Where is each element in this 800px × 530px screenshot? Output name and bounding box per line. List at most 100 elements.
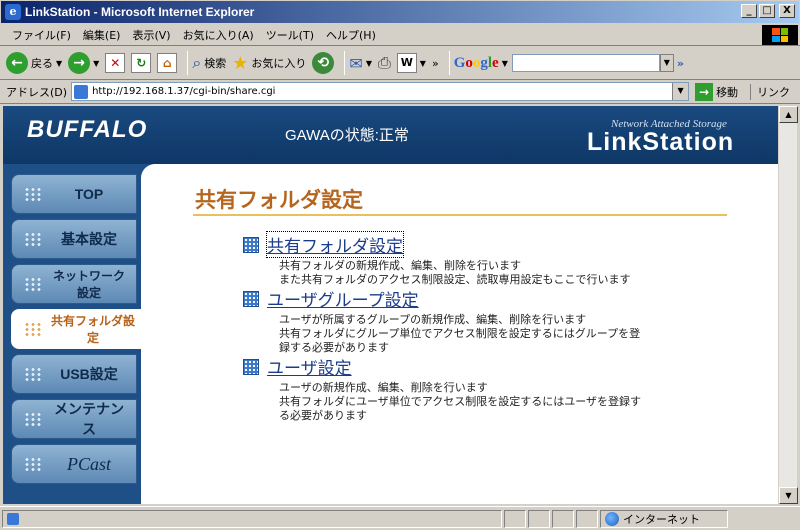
menu-help[interactable]: ヘルプ(H) bbox=[320, 27, 382, 43]
menu-tools[interactable]: ツール(T) bbox=[260, 27, 320, 43]
status-cell bbox=[576, 509, 598, 528]
nav-pcast-label: PCast bbox=[66, 453, 111, 474]
printer-icon: ⎙ bbox=[377, 53, 391, 72]
page-viewport: BUFFALO GAWAの状態:正常 Network Attached Stor… bbox=[3, 106, 778, 504]
title-divider bbox=[193, 214, 727, 216]
google-search-dropdown-icon[interactable]: ▼ bbox=[659, 54, 674, 72]
nav-basic-settings[interactable]: 基本設定 bbox=[11, 219, 137, 259]
status-bar: インターネット bbox=[0, 506, 800, 530]
linkstation-logo: LinkStation bbox=[587, 128, 735, 156]
history-button[interactable]: ⟲ bbox=[312, 52, 335, 74]
description-line: 共有フォルダの新規作成、編集、削除を行います bbox=[279, 259, 521, 272]
nav-maintenance[interactable]: メンテナンス bbox=[11, 399, 137, 439]
windows-logo-icon bbox=[762, 25, 798, 45]
back-arrow-icon: ← bbox=[6, 52, 28, 74]
user-settings-link[interactable]: ユーザ設定 bbox=[267, 354, 352, 379]
home-icon: ⌂ bbox=[157, 53, 178, 73]
description-line: また共有フォルダのアクセス制限設定、読取専用設定もここで行います bbox=[279, 273, 631, 286]
home-button[interactable]: ⌂ bbox=[157, 53, 178, 73]
stop-button[interactable]: ✕ bbox=[105, 53, 126, 73]
search-label: 検索 bbox=[204, 57, 227, 70]
description-line: 共有フォルダにユーザ単位でアクセス制限を設定するにはユーザを登録す bbox=[279, 395, 642, 408]
google-logo[interactable]: Google bbox=[454, 55, 499, 72]
forward-dropdown-icon[interactable]: ▼ bbox=[93, 59, 99, 68]
description-line: る必要があります bbox=[279, 409, 367, 422]
page-icon bbox=[74, 84, 89, 99]
toolbar-separator bbox=[344, 51, 346, 75]
nav-top[interactable]: TOP bbox=[11, 174, 137, 214]
ie-icon: e bbox=[5, 4, 21, 20]
page-title: 共有フォルダ設定 bbox=[195, 189, 363, 212]
grid-bullet-icon bbox=[243, 290, 259, 307]
google-search-input[interactable] bbox=[511, 54, 660, 72]
refresh-button[interactable]: ↻ bbox=[131, 53, 152, 73]
menu-favorites[interactable]: お気に入り(A) bbox=[177, 27, 260, 43]
google-more-chevron[interactable]: » bbox=[677, 57, 684, 70]
refresh-icon: ↻ bbox=[131, 53, 152, 73]
description-line: 共有フォルダにグループ単位でアクセス制限を設定するにはグループを登 bbox=[279, 327, 641, 340]
menu-file[interactable]: ファイル(F) bbox=[6, 27, 77, 43]
address-input[interactable]: http://192.168.1.37/cgi-bin/share.cgi ▼ bbox=[71, 82, 690, 101]
main-content: 共有フォルダ設定 共有フォルダ設定 共有フォルダの新規作成、編集、削除を行います… bbox=[141, 164, 778, 504]
address-dropdown-icon[interactable]: ▼ bbox=[672, 83, 689, 100]
section-description: ユーザの新規作成、編集、削除を行います 共有フォルダにユーザ単位でアクセス制限を… bbox=[279, 381, 703, 423]
search-icon: ⌕ bbox=[192, 53, 202, 72]
minimize-button[interactable]: _ bbox=[741, 4, 757, 18]
buffalo-logo: BUFFALO bbox=[27, 116, 148, 143]
close-button[interactable]: X bbox=[779, 4, 795, 18]
shared-folder-settings-link[interactable]: 共有フォルダ設定 bbox=[266, 231, 404, 258]
mail-button[interactable]: ✉ ▼ bbox=[349, 54, 372, 73]
favorites-label: お気に入り bbox=[251, 57, 307, 70]
grid-dots-icon bbox=[24, 277, 42, 291]
header-banner: BUFFALO GAWAの状態:正常 Network Attached Stor… bbox=[3, 106, 778, 164]
back-dropdown-icon[interactable]: ▼ bbox=[56, 59, 62, 68]
title-bar: e LinkStation - Microsoft Internet Explo… bbox=[0, 0, 800, 24]
toolbar-more-chevron[interactable]: » bbox=[432, 57, 439, 70]
user-group-settings-link[interactable]: ユーザグループ設定 bbox=[267, 286, 419, 311]
section-header: ユーザグループ設定 bbox=[243, 286, 703, 311]
status-cell bbox=[504, 509, 526, 528]
scroll-up-icon[interactable]: ▲ bbox=[779, 106, 798, 123]
section-header: 共有フォルダ設定 bbox=[243, 231, 703, 258]
google-dropdown-icon[interactable]: ▼ bbox=[502, 59, 508, 68]
favorites-button[interactable]: ★ お気に入り bbox=[232, 53, 306, 74]
nav-shared-folder-settings-label: 共有フォルダ設定 bbox=[50, 314, 135, 345]
zone-label: インターネット bbox=[623, 512, 700, 526]
nav-pcast[interactable]: PCast bbox=[11, 444, 137, 484]
description-line: ユーザが所属するグループの新規作成、編集、削除を行います bbox=[279, 313, 587, 326]
scroll-down-icon[interactable]: ▼ bbox=[779, 487, 798, 504]
nav-network-settings[interactable]: ネットワーク設定 bbox=[11, 264, 137, 304]
page-done-icon bbox=[7, 512, 19, 525]
mail-icon: ✉ bbox=[349, 53, 363, 73]
forward-button[interactable]: → ▼ bbox=[68, 52, 99, 74]
section-description: ユーザが所属するグループの新規作成、編集、削除を行います 共有フォルダにグループ… bbox=[279, 313, 703, 355]
google-toolbar: Google ▼ ▼ » bbox=[454, 54, 684, 72]
menu-view[interactable]: 表示(V) bbox=[126, 27, 176, 43]
grid-dots-icon bbox=[24, 322, 42, 336]
mail-dropdown-icon[interactable]: ▼ bbox=[366, 59, 372, 68]
vertical-scrollbar[interactable]: ▲ ▼ bbox=[778, 106, 798, 504]
device-status: GAWAの状態:正常 bbox=[285, 127, 409, 144]
forward-arrow-icon: → bbox=[68, 52, 91, 74]
status-message bbox=[2, 509, 502, 528]
nav-usb-settings[interactable]: USB設定 bbox=[11, 354, 137, 394]
search-button[interactable]: ⌕ 検索 bbox=[192, 53, 226, 73]
address-url[interactable]: http://192.168.1.37/cgi-bin/share.cgi bbox=[92, 86, 672, 97]
description-line: 録する必要があります bbox=[279, 341, 389, 354]
links-button[interactable]: リンク bbox=[750, 83, 790, 100]
grid-dots-icon bbox=[24, 412, 42, 426]
menu-edit[interactable]: 編集(E) bbox=[77, 27, 127, 43]
back-button[interactable]: ← 戻る ▼ bbox=[6, 52, 62, 74]
window-title: LinkStation - Microsoft Internet Explore… bbox=[25, 5, 255, 19]
go-button[interactable]: → 移動 bbox=[695, 82, 738, 101]
favorites-star-icon: ★ bbox=[232, 52, 249, 74]
grid-dots-icon bbox=[24, 232, 42, 246]
back-label: 戻る bbox=[31, 57, 53, 70]
print-button[interactable]: ⎙ bbox=[378, 53, 391, 73]
maximize-button[interactable]: □ bbox=[759, 4, 775, 18]
edit-button[interactable]: W ▼ bbox=[396, 53, 426, 73]
section-description: 共有フォルダの新規作成、編集、削除を行います また共有フォルダのアクセス制限設定… bbox=[279, 259, 703, 287]
side-navigation: TOP 基本設定 ネットワーク設定 共有フォルダ設定 USB設定 メンテナンス … bbox=[3, 164, 145, 504]
nav-shared-folder-settings[interactable]: 共有フォルダ設定 bbox=[11, 309, 145, 349]
edit-dropdown-icon[interactable]: ▼ bbox=[420, 59, 426, 68]
